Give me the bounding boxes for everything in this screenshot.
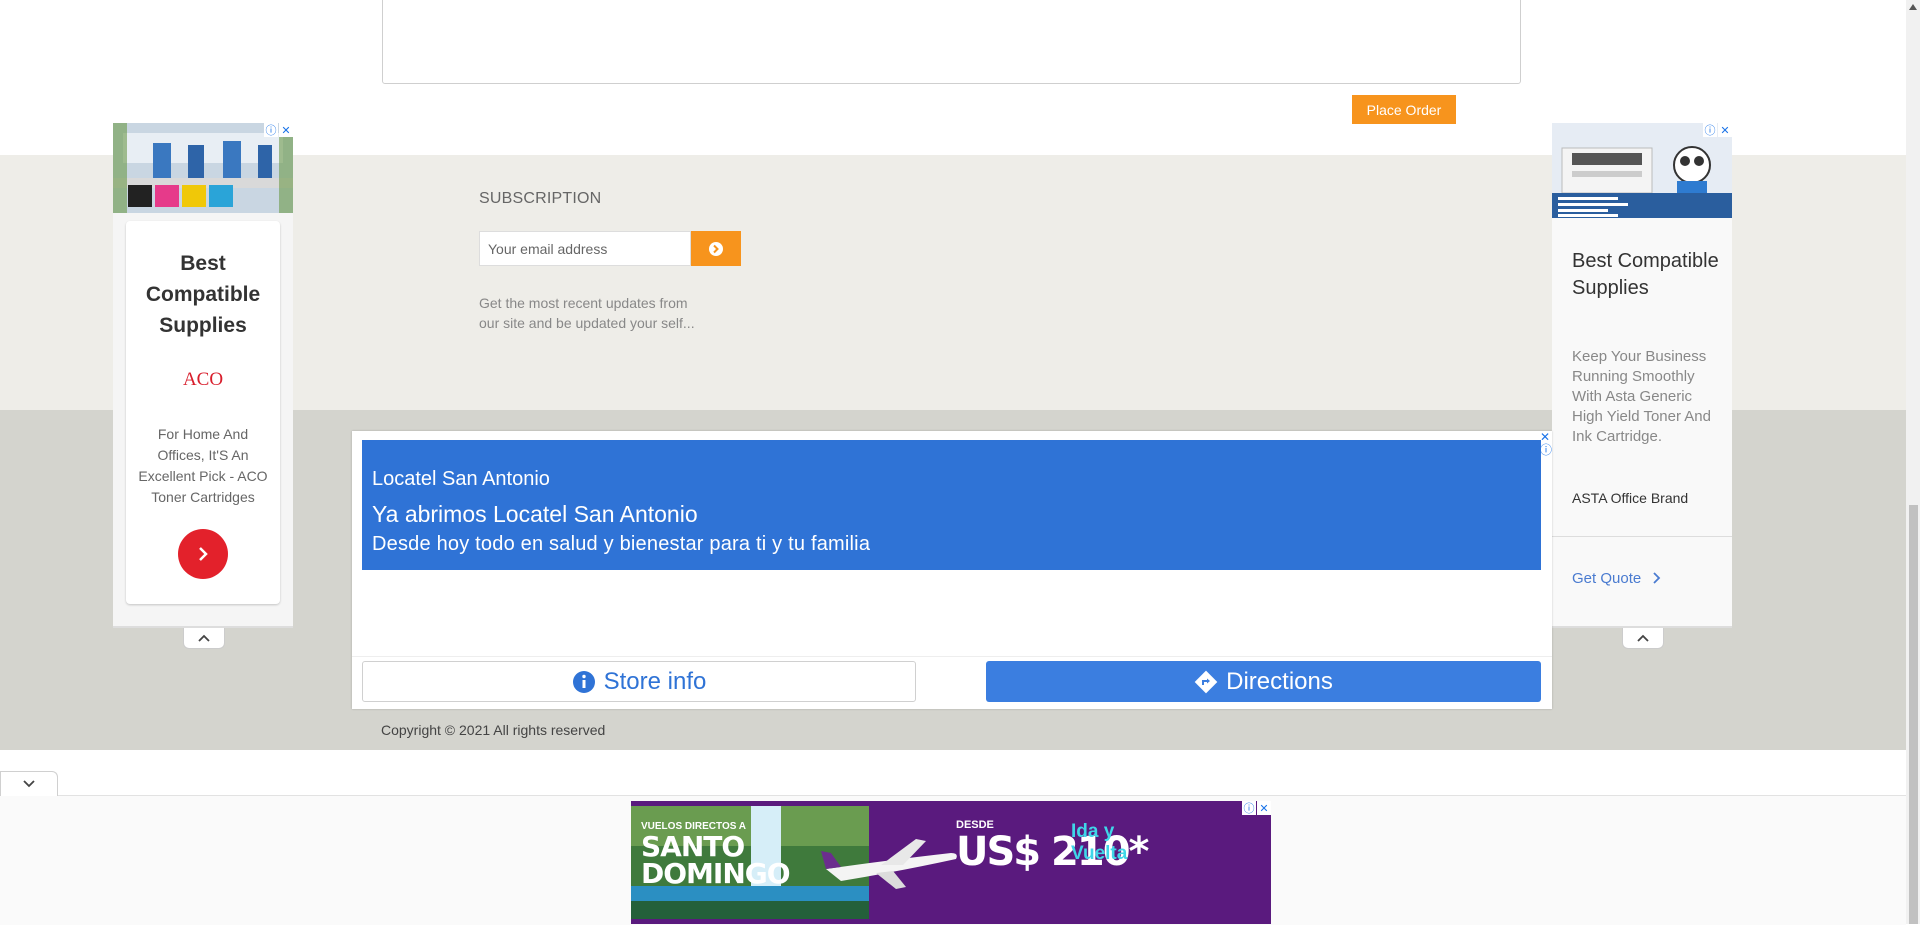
ad-center-headline: Ya abrimos Locatel San Antonio bbox=[372, 501, 698, 527]
ad-bottom-destination: SANTO DOMINGO bbox=[641, 830, 791, 890]
store-info-label: Store info bbox=[603, 667, 707, 695]
ad-bottom-trip: Ida y Vuelta bbox=[1071, 821, 1128, 864]
directions-button[interactable]: Directions bbox=[986, 661, 1541, 702]
ad-left-title: Best Compatible Supplies bbox=[145, 252, 261, 337]
scroll-up-button[interactable] bbox=[1906, 0, 1920, 14]
close-icon[interactable]: ✕ bbox=[279, 123, 293, 137]
ad-choices[interactable]: ⓘ ✕ bbox=[1703, 123, 1732, 137]
get-quote-link[interactable]: Get Quote bbox=[1572, 570, 1661, 587]
triangle-up-icon bbox=[1909, 4, 1917, 10]
place-order-button[interactable]: Place Order bbox=[1352, 95, 1456, 124]
ad-center-banner[interactable]: Locatel San Antonio Ya abrimos Locatel S… bbox=[362, 440, 1541, 570]
ad-left-card: Best Compatible Supplies ACO For Home An… bbox=[126, 221, 280, 604]
directions-icon bbox=[1194, 670, 1218, 693]
ad-left-go-button[interactable] bbox=[178, 529, 228, 579]
chevron-right-icon bbox=[1653, 572, 1661, 584]
info-icon[interactable]: ⓘ bbox=[1242, 801, 1256, 815]
info-icon[interactable]: ⓘ bbox=[1703, 123, 1717, 137]
right-side-ad[interactable]: ⓘ ✕ Best Compatible Supplies Keep Your B… bbox=[1552, 123, 1732, 649]
info-icon[interactable]: ⓘ bbox=[1540, 444, 1552, 457]
ad-right-title: Best Compatible Supplies bbox=[1572, 250, 1719, 299]
ad-center-subline: Desde hoy todo en salud y bienestar para… bbox=[372, 533, 871, 555]
ad-right-body: Keep Your Business Running Smoothly With… bbox=[1572, 348, 1711, 445]
directions-label: Directions bbox=[1226, 667, 1333, 695]
ad-left-body: For Home And Offices, It'S An Excellent … bbox=[138, 426, 268, 505]
subscription-title: SUBSCRIPTION bbox=[479, 190, 602, 207]
get-quote-label: Get Quote bbox=[1572, 570, 1642, 587]
chevron-up-icon bbox=[198, 634, 210, 642]
store-info-button[interactable]: Store info bbox=[362, 661, 916, 702]
ad-right-divider bbox=[1552, 536, 1732, 537]
subscribe-button[interactable] bbox=[691, 231, 741, 266]
chevron-up-icon bbox=[1637, 634, 1649, 642]
subscription-description: Get the most recent updates from our sit… bbox=[479, 295, 695, 331]
ad-left-logo: ACO bbox=[182, 369, 224, 390]
anchor-ad-collapse-button[interactable] bbox=[0, 771, 58, 796]
ad-choices[interactable]: ⓘ ✕ bbox=[264, 123, 293, 137]
ad-choices[interactable]: ⓘ ✕ bbox=[1242, 801, 1271, 815]
email-input[interactable] bbox=[479, 231, 691, 266]
copyright-text: Copyright © 2021 All rights reserved bbox=[381, 722, 606, 738]
close-icon[interactable]: ✕ bbox=[1257, 801, 1271, 815]
order-notes-textarea[interactable] bbox=[382, 0, 1521, 84]
chevron-right-icon bbox=[199, 547, 208, 561]
ad-right-collapse-button[interactable] bbox=[1622, 628, 1664, 649]
ad-center-divider bbox=[352, 656, 1552, 657]
info-icon[interactable]: ⓘ bbox=[264, 123, 278, 137]
bottom-flight-ad[interactable]: VUELOS DIRECTOS A SANTO DOMINGO DESDE US… bbox=[631, 801, 1271, 924]
chevron-down-icon bbox=[23, 780, 35, 788]
arrow-circle-icon bbox=[709, 241, 723, 256]
info-icon bbox=[572, 670, 595, 693]
center-store-ad[interactable]: Locatel San Antonio Ya abrimos Locatel S… bbox=[352, 431, 1552, 709]
scrollbar-thumb[interactable] bbox=[1909, 505, 1918, 924]
close-icon[interactable]: ✕ bbox=[1718, 123, 1732, 137]
ad-right-brand: ASTA Office Brand bbox=[1572, 490, 1689, 506]
left-side-ad[interactable]: ⓘ ✕ Best Compatible Supplies ACO For Hom… bbox=[113, 123, 293, 649]
ad-choices[interactable]: ✕ ⓘ bbox=[1540, 431, 1552, 457]
ad-center-store-name: Locatel San Antonio bbox=[372, 468, 550, 490]
airplane-icon bbox=[821, 839, 957, 889]
ad-left-collapse-button[interactable] bbox=[183, 628, 225, 649]
